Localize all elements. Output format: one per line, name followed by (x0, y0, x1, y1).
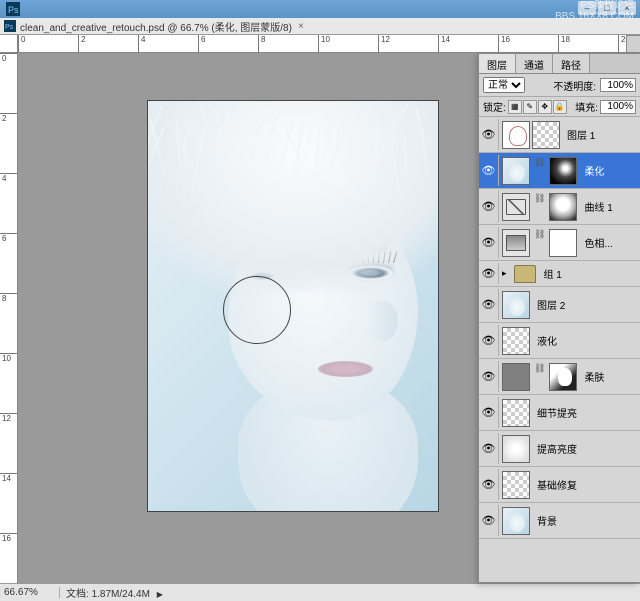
layer-name[interactable]: 提高亮度 (533, 441, 640, 456)
layer-row[interactable]: 👁 提高亮度 (479, 431, 640, 467)
tab-layers[interactable]: 图层 (479, 54, 516, 73)
maximize-button[interactable]: □ (598, 1, 616, 15)
layer-name[interactable]: 柔化 (580, 163, 640, 178)
layer-thumbnail[interactable] (502, 363, 530, 391)
horizontal-ruler[interactable]: 0246810121416182022 (18, 35, 640, 53)
layer-name[interactable]: 图层 1 (563, 127, 640, 142)
visibility-toggle[interactable]: 👁 (479, 505, 499, 536)
collapsed-panel-strip[interactable] (626, 35, 640, 53)
visibility-toggle[interactable]: 👁 (479, 325, 499, 356)
layer-row[interactable]: 👁 ⛓ 柔化 (479, 153, 640, 189)
layer-row[interactable]: 👁 ⛓ 柔肤 (479, 359, 640, 395)
visibility-toggle[interactable]: 👁 (479, 361, 499, 392)
layer-name[interactable]: 图层 2 (533, 297, 640, 312)
visibility-toggle[interactable]: 👁 (479, 191, 499, 222)
visibility-toggle[interactable]: 👁 (479, 227, 499, 258)
layer-mask-thumbnail[interactable] (549, 193, 577, 221)
canvas-image (148, 101, 438, 511)
visibility-toggle[interactable]: 👁 (479, 263, 499, 284)
layer-row[interactable]: 👁 细节提亮 (479, 395, 640, 431)
svg-text:Ps: Ps (8, 5, 19, 15)
opacity-label: 不透明度: (553, 78, 596, 93)
group-expand-arrow[interactable]: ▸ (499, 268, 510, 279)
layer-lock-row: 锁定: ▦ ✎ ✥ 🔒 填充: (479, 97, 640, 117)
folder-icon (514, 265, 536, 283)
link-icon[interactable]: ⛓ (532, 229, 547, 257)
panel-tab-bar: 图层 通道 路径 (479, 54, 640, 74)
minimize-button[interactable]: – (578, 1, 596, 15)
tab-channels[interactable]: 通道 (516, 54, 553, 73)
layer-row[interactable]: 👁 图层 1 (479, 117, 640, 153)
vertical-ruler[interactable]: 024681012141618 (0, 53, 18, 583)
layer-thumbnail[interactable] (502, 507, 530, 535)
layer-thumbnail[interactable] (502, 229, 530, 257)
close-button[interactable]: × (618, 1, 636, 15)
chevron-right-icon[interactable]: ▶ (157, 590, 163, 599)
blend-mode-select[interactable]: 正常 (483, 77, 525, 93)
layer-name[interactable]: 组 1 (540, 266, 640, 281)
link-icon[interactable]: ⛓ (532, 193, 547, 221)
layer-name[interactable]: 基础修复 (533, 477, 640, 492)
layer-thumbnail[interactable] (502, 327, 530, 355)
visibility-toggle[interactable]: 👁 (479, 469, 499, 500)
layer-thumbnail[interactable] (502, 121, 530, 149)
layer-mask-thumbnail[interactable] (549, 363, 577, 391)
layer-mask-thumbnail[interactable] (549, 229, 577, 257)
layer-name[interactable]: 柔肤 (580, 369, 640, 384)
layer-name[interactable]: 色相... (580, 235, 640, 250)
svg-text:Ps: Ps (5, 24, 14, 31)
layer-thumbnail[interactable] (502, 157, 530, 185)
visibility-toggle[interactable]: 👁 (479, 433, 499, 464)
document-canvas[interactable] (148, 101, 438, 511)
app-titlebar: Ps – □ × (0, 0, 640, 18)
layer-blend-row: 正常 不透明度: (479, 74, 640, 97)
layer-mask-thumbnail[interactable] (549, 157, 577, 185)
layer-thumbnail[interactable] (502, 193, 530, 221)
lock-label: 锁定: (483, 99, 506, 114)
layer-thumbnail[interactable] (502, 291, 530, 319)
opacity-input[interactable] (600, 78, 636, 92)
layer-row[interactable]: 👁 图层 2 (479, 287, 640, 323)
layer-name[interactable]: 背景 (533, 513, 640, 528)
tab-paths[interactable]: 路径 (553, 54, 590, 73)
layers-list[interactable]: 👁图层 1👁⛓柔化👁⛓曲线 1👁⛓色相...👁▸组 1👁图层 2👁液化👁⛓柔肤👁… (479, 117, 640, 575)
link-icon[interactable]: ⛓ (532, 363, 547, 391)
visibility-toggle[interactable]: 👁 (479, 397, 499, 428)
lock-pixels-icon[interactable]: ✎ (523, 100, 537, 114)
layer-thumbnail[interactable] (502, 435, 530, 463)
document-tab-close[interactable]: × (298, 21, 304, 32)
layer-row[interactable]: 👁 ⛓ 色相... (479, 225, 640, 261)
status-bar: 66.67% 文档: 1.87M/24.4M ▶ (0, 583, 640, 601)
visibility-toggle[interactable]: 👁 (479, 155, 499, 186)
layer-mask-thumbnail[interactable] (532, 121, 560, 149)
app-logo-icon: Ps (6, 2, 20, 16)
fill-input[interactable] (600, 100, 636, 114)
layer-row[interactable]: 👁 基础修复 (479, 467, 640, 503)
window-controls: – □ × (578, 1, 636, 15)
link-icon[interactable]: ⛓ (532, 157, 547, 185)
ps-doc-icon: Ps (4, 20, 16, 32)
zoom-field[interactable]: 66.67% (0, 587, 60, 598)
lock-all-icon[interactable]: 🔒 (553, 100, 567, 114)
lock-transparency-icon[interactable]: ▦ (508, 100, 522, 114)
layer-row[interactable]: 👁 液化 (479, 323, 640, 359)
visibility-toggle[interactable]: 👁 (479, 119, 499, 150)
layer-row[interactable]: 👁▸ 组 1 (479, 261, 640, 287)
docsize-readout[interactable]: 文档: 1.87M/24.4M ▶ (60, 585, 169, 600)
visibility-toggle[interactable]: 👁 (479, 289, 499, 320)
document-tab-label[interactable]: clean_and_creative_retouch.psd @ 66.7% (… (20, 19, 292, 34)
layers-panel: 图层 通道 路径 正常 不透明度: 锁定: ▦ ✎ ✥ 🔒 填充: 👁图层 1👁… (478, 53, 640, 583)
layer-row[interactable]: 👁 ⛓ 曲线 1 (479, 189, 640, 225)
fill-label: 填充: (575, 99, 598, 114)
lock-position-icon[interactable]: ✥ (538, 100, 552, 114)
layer-name[interactable]: 细节提亮 (533, 405, 640, 420)
document-tab-bar: Ps clean_and_creative_retouch.psd @ 66.7… (0, 18, 640, 35)
ruler-origin[interactable] (0, 35, 18, 53)
layer-name[interactable]: 曲线 1 (580, 199, 640, 214)
layer-row[interactable]: 👁 背景 (479, 503, 640, 539)
layer-thumbnail[interactable] (502, 471, 530, 499)
layer-name[interactable]: 液化 (533, 333, 640, 348)
layer-thumbnail[interactable] (502, 399, 530, 427)
